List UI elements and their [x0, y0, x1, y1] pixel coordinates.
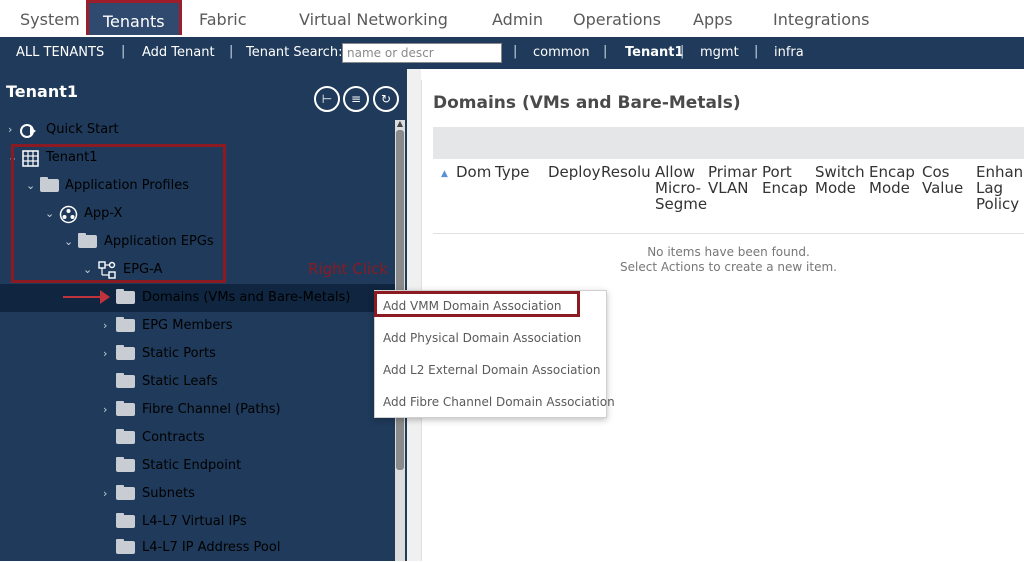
tree-item-label: Static Endpoint [142, 458, 242, 473]
column-header-port-encap[interactable]: Port Encap [762, 164, 808, 196]
folder-icon [116, 401, 135, 416]
separator: | [680, 44, 685, 59]
tree-item-label: Quick Start [46, 122, 119, 137]
annotation-highlight-box [11, 144, 226, 283]
tree-item-label: Static Leafs [142, 374, 218, 389]
folder-icon [116, 373, 135, 388]
tree-item-static-endpoint[interactable]: Static Endpoint [0, 452, 370, 480]
menu-item-add-fibre-channel-domain-association[interactable]: Add Fibre Channel Domain Association [383, 395, 615, 409]
tenant-subnav: ALL TENANTS | Add Tenant | Tenant Search… [0, 37, 1024, 69]
folder-icon [116, 289, 135, 304]
tree-item-contracts[interactable]: Contracts [0, 424, 370, 452]
column-header-switch-mode[interactable]: Switch Mode [815, 164, 865, 196]
tab-integrations[interactable]: Integrations [773, 10, 870, 29]
folder-icon [116, 457, 135, 472]
right-click-annotation: Right Click [308, 260, 389, 278]
tree-item-domains[interactable]: Domains (VMs and Bare-Metals) [0, 284, 390, 312]
column-header-domain[interactable]: Dom [456, 164, 491, 180]
column-header-cos-value[interactable]: Cos Value [922, 164, 963, 196]
menu-item-add-l2-external-domain-association[interactable]: Add L2 External Domain Association [383, 363, 601, 377]
column-header-primary-vlan[interactable]: Primar VLAN [708, 164, 757, 196]
folder-icon [116, 485, 135, 500]
tree-item-static-ports[interactable]: › Static Ports [0, 340, 370, 368]
tree-item-quick-start[interactable]: › Quick Start [0, 116, 390, 144]
empty-state-hint: Select Actions to create a new item. [620, 260, 837, 274]
tab-admin[interactable]: Admin [492, 10, 543, 29]
tab-virtual-networking[interactable]: Virtual Networking [299, 10, 448, 29]
tree-item-label: Subnets [142, 486, 195, 501]
all-tenants-link[interactable]: ALL TENANTS [16, 45, 104, 60]
column-header-deploy[interactable]: Deploy [548, 164, 601, 180]
annotation-arrow-head-icon [100, 290, 110, 304]
empty-state-message: No items have been found. [647, 245, 810, 259]
chevron-right-icon: › [103, 487, 108, 500]
tab-operations[interactable]: Operations [573, 10, 661, 29]
tree-item-label: Fibre Channel (Paths) [142, 402, 281, 417]
tenant-link-tenant1[interactable]: Tenant1 [625, 45, 684, 60]
tree-item-fibre-channel-paths[interactable]: › Fibre Channel (Paths) [0, 396, 370, 424]
work-pane-title: Domains (VMs and Bare-Metals) [433, 93, 741, 113]
tenant-search-label: Tenant Search: [246, 45, 343, 60]
table-divider [433, 233, 1024, 234]
tab-fabric[interactable]: Fabric [199, 10, 247, 29]
column-header-resolution[interactable]: Resolu [601, 164, 651, 180]
tree-item-label: Contracts [142, 430, 205, 445]
tab-apps[interactable]: Apps [693, 10, 733, 29]
separator: | [754, 44, 759, 59]
tree-item-subnets[interactable]: › Subnets [0, 480, 370, 508]
menu-item-add-physical-domain-association[interactable]: Add Physical Domain Association [383, 331, 581, 345]
chevron-right-icon: › [8, 123, 13, 136]
add-tenant-link[interactable]: Add Tenant [142, 45, 215, 60]
column-header-encap-mode[interactable]: Encap Mode [869, 164, 915, 196]
column-header-enhanced-lag-policy[interactable]: Enhan Lag Policy [976, 164, 1024, 212]
column-header-allow-micro-seg[interactable]: Allow Micro-Segme [655, 164, 707, 212]
tenant-link-common[interactable]: common [533, 45, 590, 60]
pane-title: Tenant1 [6, 82, 78, 101]
folder-icon [116, 513, 135, 528]
tenant-link-mgmt[interactable]: mgmt [700, 45, 739, 60]
sort-ascending-icon[interactable]: ▲ [441, 166, 448, 182]
table-toolbar [433, 127, 1024, 159]
tree-item-label: EPG Members [142, 318, 233, 333]
tree-item-l4-l7-ip-address-pool[interactable]: L4-L7 IP Address Pool [0, 534, 370, 562]
folder-icon [116, 317, 135, 332]
annotation-menu-highlight-box [374, 291, 580, 317]
tree-item-static-leafs[interactable]: Static Leafs [0, 368, 370, 396]
tree-item-label: L4-L7 IP Address Pool [142, 540, 281, 555]
separator: | [121, 44, 126, 59]
scroll-up-icon[interactable]: ▲ [396, 120, 404, 128]
refresh-icon[interactable]: ↻ [373, 86, 399, 112]
chevron-right-icon: › [103, 403, 108, 416]
collapse-icon[interactable]: ⊢ [314, 86, 340, 112]
chevron-right-icon: › [103, 347, 108, 360]
tree-item-l4-l7-virtual-ips[interactable]: L4-L7 Virtual IPs [0, 508, 370, 536]
folder-icon [116, 539, 135, 554]
folder-icon [116, 345, 135, 360]
tenant-link-infra[interactable]: infra [774, 45, 804, 60]
chevron-right-icon: › [103, 319, 108, 332]
column-header-type[interactable]: Type [495, 164, 529, 180]
top-navigation: System Tenants Fabric Virtual Networking… [0, 0, 1024, 37]
separator: | [513, 44, 518, 59]
annotation-arrow-icon [63, 296, 103, 298]
tree-item-label: Static Ports [142, 346, 216, 361]
separator: | [229, 44, 234, 59]
tree-item-epg-members[interactable]: › EPG Members [0, 312, 370, 340]
tenant-search-input[interactable] [342, 43, 502, 63]
tab-system[interactable]: System [20, 10, 80, 29]
filter-list-icon[interactable]: ≡ [343, 86, 369, 112]
tab-tenants[interactable]: Tenants [86, 0, 182, 35]
tree-item-label: L4-L7 Virtual IPs [142, 514, 247, 529]
tree-item-label: Domains (VMs and Bare-Metals) [142, 290, 351, 305]
separator: | [603, 44, 608, 59]
folder-icon [116, 429, 135, 444]
